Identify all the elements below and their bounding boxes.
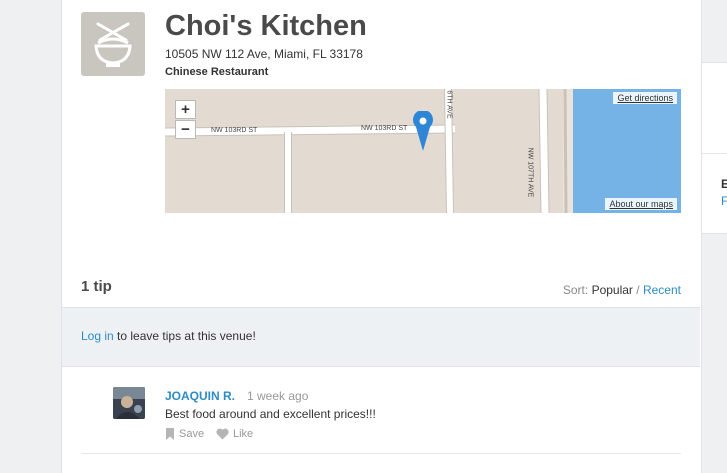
street-label-103rd-east: NW 103RD ST	[361, 125, 408, 132]
street-label-107th-ave: NW 107TH AVE	[526, 147, 534, 198]
sidebar-heading-partial: E	[721, 177, 727, 191]
tip-author-link[interactable]: JOAQUIN R.	[165, 389, 235, 403]
tip-timestamp[interactable]: 1 week ago	[247, 389, 308, 403]
map-zoom-in-button[interactable]: +	[175, 100, 196, 119]
map-zoom-out-button[interactable]: −	[175, 120, 196, 139]
venue-name: Choi's Kitchen	[165, 10, 367, 42]
sort-separator: /	[636, 283, 640, 297]
like-button[interactable]: Like	[216, 428, 253, 440]
get-directions-link[interactable]: Get directions	[613, 92, 677, 104]
sort-label: Sort:	[562, 283, 589, 297]
tips-sort: Sort: Popular / Recent	[563, 283, 681, 297]
street-label-ave-top: 6TH AVE	[445, 90, 453, 119]
login-prompt-text: to leave tips at this venue!	[113, 329, 256, 343]
venue-panel	[61, 0, 702, 473]
tip-divider	[81, 453, 681, 454]
tips-count: 1 tip	[81, 278, 112, 295]
venue-address: 10505 NW 112 Ave, Miami, FL 33178	[165, 47, 363, 61]
sort-recent-option[interactable]: Recent	[643, 283, 681, 297]
tip-text: Best food around and excellent prices!!!	[165, 407, 376, 421]
sidebar-card: E F	[701, 62, 727, 234]
street-label-103rd-west: NW 103RD ST	[211, 127, 258, 134]
rice-bowl-chopsticks-icon	[81, 12, 145, 76]
heart-icon	[216, 428, 229, 440]
login-link[interactable]: Log in	[81, 329, 114, 343]
login-prompt-bar: Log in to leave tips at this venue!	[62, 307, 700, 367]
login-prompt: Log in to leave tips at this venue!	[81, 329, 256, 343]
bookmark-icon	[166, 428, 174, 440]
avatar[interactable]	[113, 387, 145, 419]
venue-category: Chinese Restaurant	[165, 66, 269, 78]
sidebar-link-partial[interactable]: F	[721, 194, 727, 208]
like-label: Like	[233, 428, 254, 440]
sidebar-divider	[701, 153, 727, 154]
sort-popular-option[interactable]: Popular	[592, 283, 633, 297]
venue-map[interactable]: NW 103RD ST NW 103RD ST NW 107TH AVE 6TH…	[165, 89, 681, 213]
about-maps-link[interactable]: About our maps	[605, 198, 677, 210]
save-button[interactable]: Save	[165, 428, 204, 440]
save-label: Save	[179, 428, 205, 440]
